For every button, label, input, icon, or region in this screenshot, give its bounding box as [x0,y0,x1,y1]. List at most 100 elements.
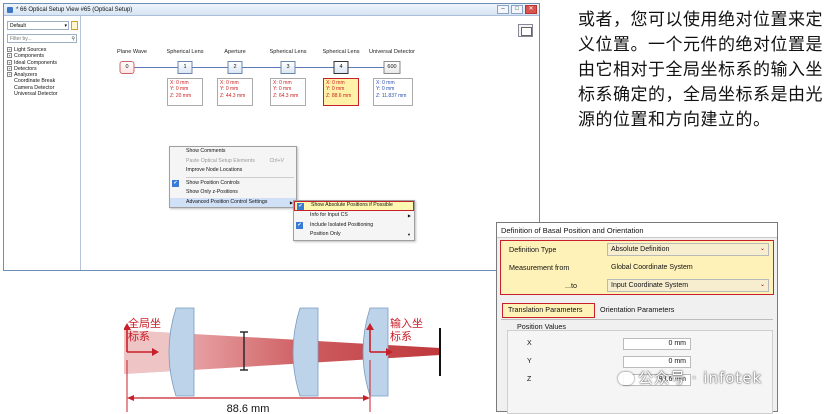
pos-z: Z: 20 mm [170,92,192,99]
tree-item-label: Analyzers [14,72,38,79]
node-label: Spherical Lens [322,49,360,55]
watermark: 公众号 · infotek [618,367,762,388]
menu-item-position-only[interactable]: Position Only ▼ [294,230,414,240]
filter-input[interactable]: Filter by... ⚲ [7,34,77,43]
aperture-node[interactable]: 2 [227,61,243,74]
tab-translation-parameters[interactable]: Translation Parameters [502,303,595,318]
position-box[interactable]: X: 0 mm Y: 0 mm Z: 64.3 mm [270,78,306,106]
select-value: Absolute Definition [611,246,670,253]
menu-label: Show Absolute Positions if Possible [311,202,393,208]
expand-icon[interactable]: + [7,65,12,71]
to-label: ...to [565,281,577,290]
menu-item-advanced-position[interactable]: Advanced Position Control Settings ▶ [170,197,296,207]
tree-item-label: Ideal Components [14,59,57,66]
position-box[interactable]: X: 0 mm Y: 0 mm Z: 11.837 mm [373,78,413,106]
menu-label: Show Only z-Positions [186,189,238,195]
watermark-text: 公众号 · infotek [638,369,763,387]
expand-icon[interactable]: + [7,47,12,53]
check-icon: ✔ [172,179,179,187]
close-button[interactable]: ✕ [525,5,537,14]
new-document-icon[interactable] [71,21,78,30]
to-select[interactable]: Input Coordinate System ⌄ [607,279,769,292]
chevron-down-icon: ⌄ [759,246,765,252]
position-box-highlighted[interactable]: X: 0 mm Y: 0 mm Z: 88.6 mm [323,78,359,106]
position-box[interactable]: X: 0 mm Y: 0 mm Z: 44.3 mm [217,78,253,106]
tree-item-label: Components [14,53,45,60]
menu-item-show-absolute-positions[interactable]: ✔ Show Absolute Positions if Possible [294,201,414,211]
window-titlebar: * 66 Optical Setup View #65 (Optical Set… [4,4,539,16]
input-cs-label: 输入坐 标系 [390,317,423,343]
spherical-lens-node[interactable]: 3 [280,61,296,74]
tab-divider [501,319,773,320]
shortcut-text: Ctrl+V [269,157,284,164]
catalog-tree: + Light Sources + Components + Ideal Compon… [7,47,58,97]
plane-wave-node[interactable]: 0 [119,61,135,74]
y-label: Y [527,358,532,365]
menu-label: Paste Optical Setup Elements [186,157,255,164]
minimize-button[interactable]: – [497,5,509,14]
optical-setup-window: * 66 Optical Setup View #65 (Optical Set… [3,3,540,271]
menu-item-show-position-controls[interactable]: ✔ Show Position Controls [170,179,296,189]
tree-item-label: Coordinate Break [14,78,56,85]
node-label: Universal Detector [368,49,416,55]
submenu: ✔ Show Absolute Positions if Possible Inf… [293,200,415,241]
spherical-lens-node[interactable]: 4 [333,61,349,74]
chevron-right-icon: ▶ [407,213,411,218]
tree-item[interactable]: Universal Detector [7,91,58,97]
node-label: Plane Wave [117,49,147,55]
measurement-from-value: Global Coordinate System [607,261,769,274]
universal-detector-node[interactable]: 600 [383,61,401,74]
layout-view-icon[interactable] [518,24,533,37]
tab-orientation-parameters[interactable]: Orientation Parameters [600,303,674,317]
tree-item-label: Detectors [14,65,37,72]
pos-z: Z: 44.3 mm [220,92,246,99]
app-icon [7,7,13,13]
lens-1 [168,307,195,397]
dialog-title: Definition of Basal Position and Orienta… [497,223,777,238]
z-label: Z [527,376,532,383]
pos-z: Z: 11.837 mm [376,92,407,99]
menu-label: Info for Input CS [310,212,348,218]
menu-label: Include Isolated Positioning [310,221,374,228]
node-label: Spherical Lens [269,49,307,55]
node-label: Aperture [224,49,246,55]
tree-item-label: Camera Detector [14,84,55,91]
description-text: 或者，您可以使用绝对位置来定义位置。一个元件的绝对位置是由它相对于全局坐标系的输… [578,10,823,130]
menu-item-include-isolated[interactable]: ✔ Include Isolated Positioning [294,221,414,231]
filter-placeholder: Filter by... [10,36,32,42]
check-icon: ✔ [296,221,303,229]
tree-item-label: Light Sources [14,47,47,53]
select-value: Input Coordinate System [611,282,689,289]
definition-type-label: Definition Type [509,245,557,254]
menu-item-show-comments[interactable]: Show Comments [170,147,296,157]
window-title: * 66 Optical Setup View #65 (Optical Set… [16,7,133,13]
preset-value: Default [10,23,26,29]
measurement-value: Global Coordinate System [611,264,693,271]
menu-item-paste[interactable]: Paste Optical Setup Elements Ctrl+V [170,157,296,167]
menu-label: Show Comments [186,148,226,154]
global-cs-label: 全局坐 标系 [128,317,161,343]
lens-2 [292,307,319,397]
menu-item-show-only-z[interactable]: Show Only z-Positions [170,188,296,198]
expand-icon[interactable]: + [7,53,12,59]
chevron-down-icon: ▾ [64,23,67,29]
preset-select[interactable]: Default ▾ [7,21,69,30]
x-input[interactable]: 0 mm [623,338,691,350]
tree-item-label: Universal Detector [14,91,58,98]
definition-type-select[interactable]: Absolute Definition ⌄ [607,243,769,256]
pos-z: Z: 88.6 mm [326,92,352,99]
maximize-button[interactable]: □ [511,5,523,14]
chevron-down-icon: ▼ [407,232,411,237]
context-menu: Show Comments Paste Optical Setup Elemen… [169,146,297,208]
connection-line [132,67,354,68]
arrow-icon [363,395,370,401]
expand-icon[interactable]: + [7,72,12,78]
menu-item-improve-nodes[interactable]: Improve Node Locations [170,166,296,176]
menu-label: Advanced Position Control Settings [186,198,268,205]
menu-separator [186,176,294,178]
setup-canvas[interactable]: Plane Wave Spherical Lens Aperture Spher… [82,16,539,270]
menu-item-info-input-cs[interactable]: Info for Input CS ▶ [294,211,414,221]
position-box[interactable]: X: 0 mm Y: 0 mm Z: 20 mm [167,78,203,106]
expand-icon[interactable]: + [7,59,12,65]
spherical-lens-node[interactable]: 1 [177,61,193,74]
